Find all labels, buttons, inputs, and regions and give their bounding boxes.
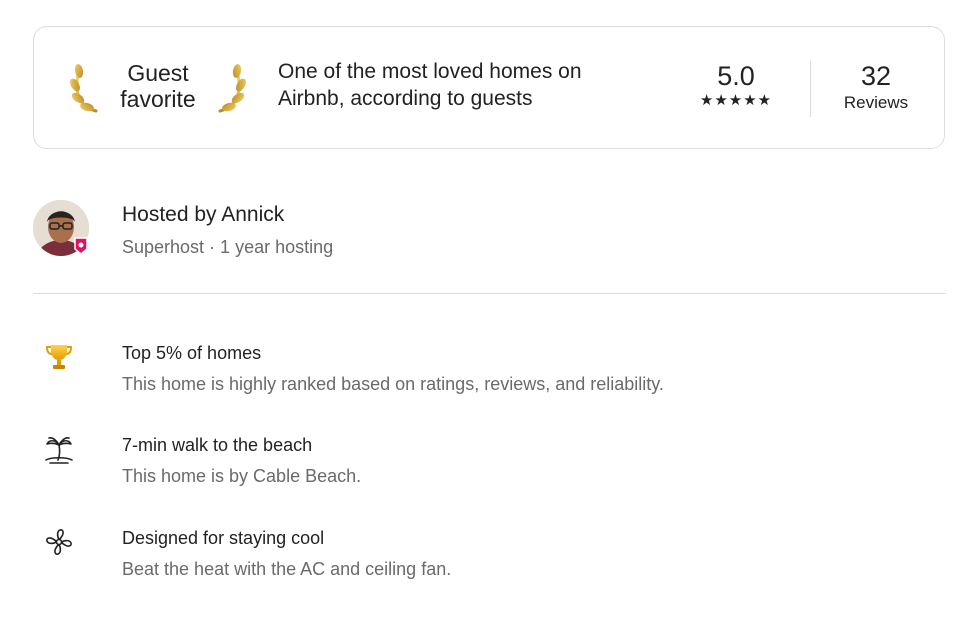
laurel-right-icon [218, 64, 246, 113]
feature-title: Designed for staying cool [122, 528, 325, 548]
reviews-label: Reviews [843, 93, 909, 112]
host-subtitle: Superhost · 1 year hosting [122, 237, 334, 257]
rating-block: 5.0 ★★★★★ [690, 60, 782, 110]
guest-favorite-label: Guest favorite [100, 60, 216, 112]
badge-line-2: favorite [120, 86, 196, 112]
feature-beach: 7-min walk to the beach This home is by … [33, 433, 933, 503]
trophy-icon [45, 345, 73, 369]
reviews-count: 32 [860, 61, 892, 91]
fan-icon [46, 529, 72, 555]
superhost-badge-icon [74, 237, 88, 255]
guest-favorite-tagline: One of the most loved homes on Airbnb, a… [278, 60, 582, 110]
feature-title: 7-min walk to the beach [122, 435, 313, 455]
palm-tree-beach-icon [45, 437, 73, 464]
feature-description: Beat the heat with the AC and ceiling fa… [122, 559, 452, 579]
badge-line-1: Guest [127, 60, 189, 86]
reviews-block[interactable]: 32 Reviews [834, 60, 918, 114]
feature-description: This home is highly ranked based on rati… [122, 374, 664, 394]
rating-value: 5.0 [717, 61, 755, 91]
feature-top-homes: Top 5% of homes This home is highly rank… [33, 341, 933, 411]
star-rating: ★★★★★ [699, 92, 773, 109]
feature-title: Top 5% of homes [122, 343, 262, 363]
feature-description: This home is by Cable Beach. [122, 466, 362, 486]
section-divider [33, 293, 946, 294]
rating-divider [810, 61, 811, 117]
host-section: Hosted by Annick Superhost · 1 year host… [33, 200, 633, 260]
host-name: Hosted by Annick [122, 203, 285, 226]
feature-cool: Designed for staying cool Beat the heat … [33, 526, 933, 596]
guest-favorite-card[interactable]: Guest favorite One of the most loved hom… [33, 26, 945, 149]
guest-favorite-badge: Guest favorite [70, 57, 246, 119]
